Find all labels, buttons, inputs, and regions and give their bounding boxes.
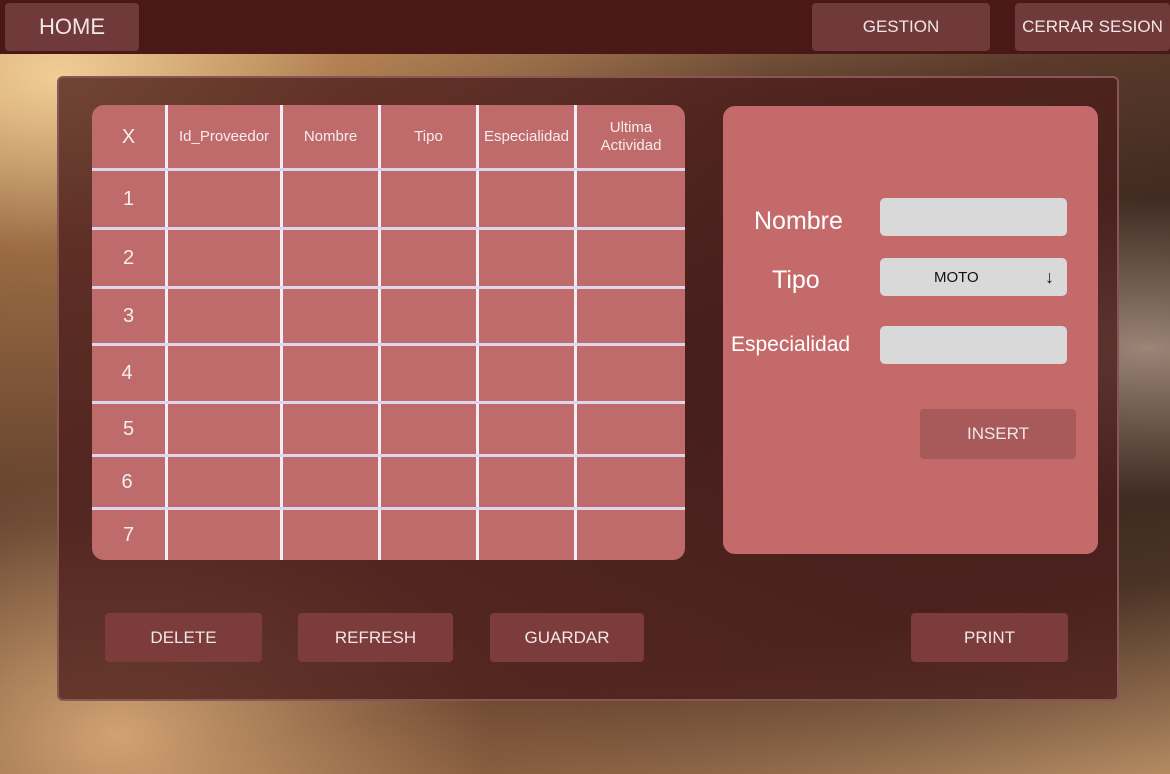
row-divider — [92, 507, 685, 510]
print-button[interactable]: PRINT — [911, 613, 1068, 662]
column-divider — [574, 105, 577, 560]
row-divider — [92, 168, 685, 171]
column-header-x[interactable]: X — [92, 105, 165, 168]
column-divider — [378, 105, 381, 560]
row-number[interactable]: 2 — [92, 230, 165, 286]
insert-button[interactable]: INSERT — [920, 409, 1076, 459]
gestion-button[interactable]: GESTION — [812, 3, 990, 51]
tipo-select[interactable]: MOTO ↓ — [880, 258, 1067, 296]
column-header-nombre[interactable]: Nombre — [283, 105, 378, 168]
home-button[interactable]: HOME — [5, 3, 139, 51]
row-number[interactable]: 3 — [92, 289, 165, 343]
row-divider — [92, 227, 685, 230]
column-divider — [476, 105, 479, 560]
refresh-button[interactable]: REFRESH — [298, 613, 453, 662]
arrow-down-icon: ↓ — [1045, 267, 1054, 287]
providers-table[interactable]: X Id_Proveedor Nombre Tipo Especialidad … — [92, 105, 685, 560]
row-divider — [92, 343, 685, 346]
row-number[interactable]: 5 — [92, 404, 165, 454]
column-divider — [280, 105, 283, 560]
column-header-id-proveedor[interactable]: Id_Proveedor — [168, 105, 280, 168]
especialidad-label: Especialidad — [731, 333, 851, 356]
column-header-especialidad[interactable]: Especialidad — [479, 105, 574, 168]
nombre-label: Nombre — [754, 207, 843, 235]
column-header-ultima-actividad[interactable]: Ultima Actividad — [577, 105, 685, 168]
row-number[interactable]: 1 — [92, 171, 165, 227]
logout-button[interactable]: CERRAR SESION — [1015, 3, 1170, 51]
tipo-selected-value: MOTO — [934, 269, 979, 286]
row-divider — [92, 401, 685, 404]
row-number[interactable]: 7 — [92, 510, 165, 560]
row-number[interactable]: 6 — [92, 457, 162, 507]
top-bar: HOME GESTION CERRAR SESION — [0, 0, 1170, 54]
row-divider — [92, 454, 685, 457]
nombre-input[interactable] — [880, 198, 1067, 236]
row-divider — [92, 286, 685, 289]
delete-button[interactable]: DELETE — [105, 613, 262, 662]
row-number[interactable]: 4 — [92, 346, 162, 401]
column-header-tipo[interactable]: Tipo — [381, 105, 476, 168]
especialidad-input[interactable] — [880, 326, 1067, 364]
column-divider — [165, 105, 168, 560]
guardar-button[interactable]: GUARDAR — [490, 613, 644, 662]
tipo-label: Tipo — [772, 266, 820, 294]
